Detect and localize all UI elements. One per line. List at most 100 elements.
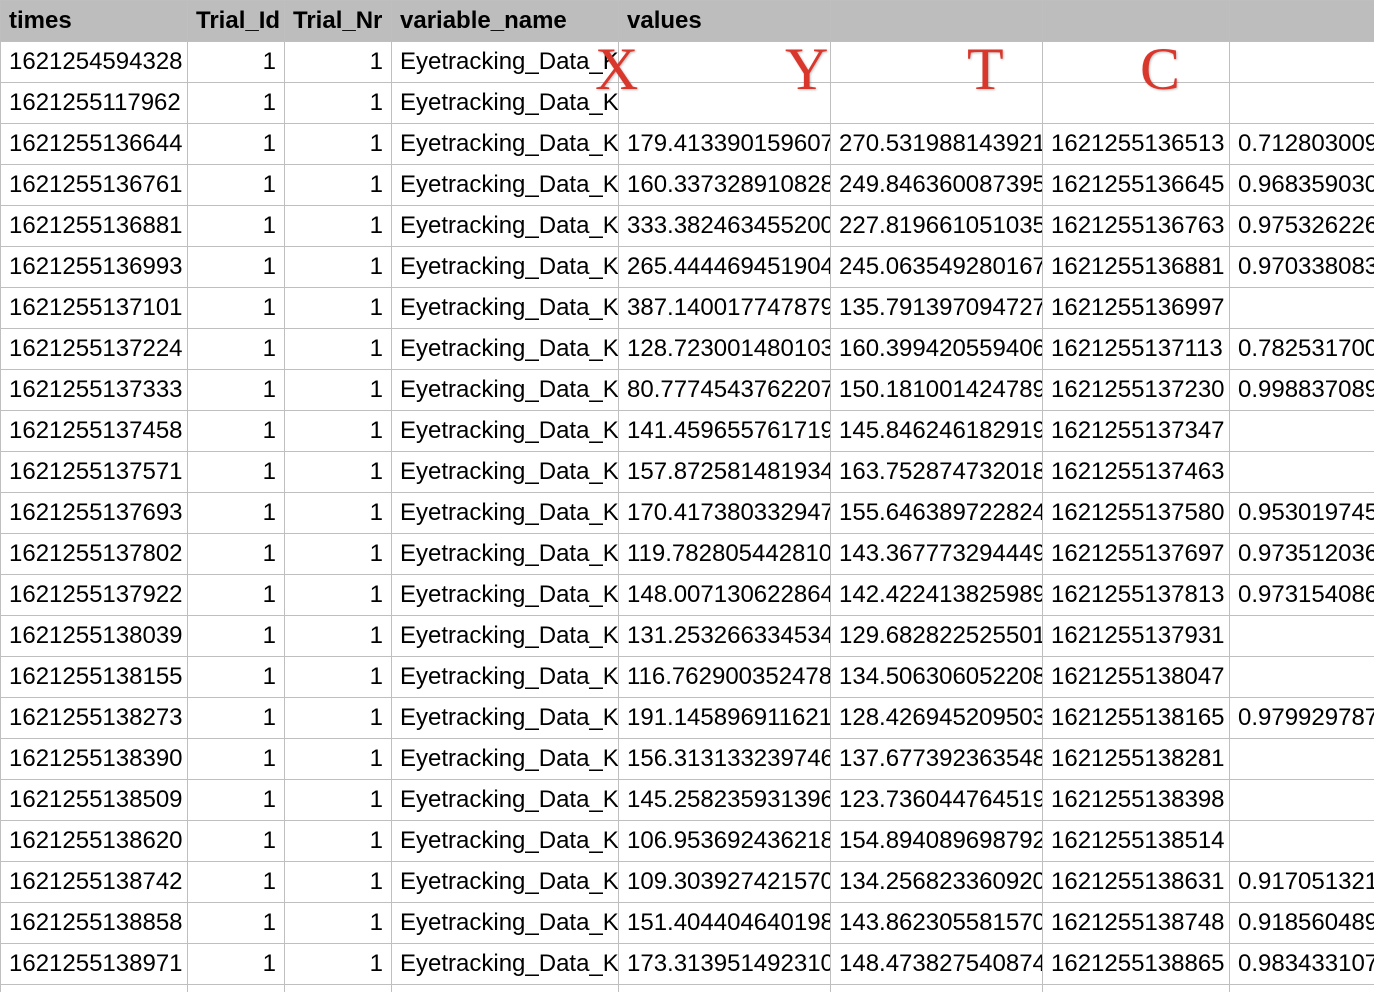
cell-trial-nr[interactable]: 1 [285, 698, 392, 739]
cell-trial-id[interactable]: 1 [188, 165, 285, 206]
cell-variable-name[interactable]: Eyetracking_Data_Kel [392, 42, 619, 83]
cell-t[interactable]: 1621255137813 [1043, 575, 1230, 616]
cell-values[interactable]: 145.25823593139600 [619, 780, 831, 821]
cell-t[interactable]: 1621255137230 [1043, 370, 1230, 411]
cell-y[interactable]: 142.42241382598900 [831, 575, 1043, 616]
cell-t[interactable] [1043, 83, 1230, 124]
cell-y[interactable]: 143.86230558157000 [831, 903, 1043, 944]
cell-y[interactable]: 137.67739236354800 [831, 739, 1043, 780]
cell-values[interactable] [619, 42, 831, 83]
cell-c[interactable] [1230, 985, 1374, 992]
cell-c[interactable]: 1 [1230, 821, 1374, 862]
cell-trial-id[interactable]: 1 [188, 370, 285, 411]
col-header-blank-y[interactable] [831, 1, 1043, 42]
cell-c[interactable]: 1 [1230, 739, 1374, 780]
cell-variable-name[interactable]: Eyetracking_Data_Kel [392, 739, 619, 780]
cell-trial-nr[interactable]: 1 [285, 862, 392, 903]
cell-y[interactable] [831, 985, 1043, 992]
cell-trial-id[interactable]: 1 [188, 862, 285, 903]
cell-y[interactable]: 249.84636008739500 [831, 165, 1043, 206]
cell-variable-name[interactable]: Eyetracking_Data_Kel [392, 329, 619, 370]
col-header-trial-id[interactable]: Trial_Id [188, 1, 285, 42]
cell-variable-name[interactable]: Eyetracking_Data_Kel [392, 370, 619, 411]
cell-t[interactable]: 1621255138165 [1043, 698, 1230, 739]
cell-y[interactable]: 123.73604476451900 [831, 780, 1043, 821]
cell-c[interactable]: 0.9703380834926450 [1230, 247, 1374, 288]
cell-variable-name[interactable]: Eyetracking_Data_Kel [392, 821, 619, 862]
cell-times[interactable]: 1621255136644 [1, 124, 188, 165]
cell-c[interactable]: 1 [1230, 452, 1374, 493]
cell-y[interactable]: 134.25682336092000 [831, 862, 1043, 903]
cell-t[interactable]: 1621255137580 [1043, 493, 1230, 534]
cell-values[interactable] [619, 83, 831, 124]
cell-trial-nr[interactable]: 1 [285, 206, 392, 247]
cell-times[interactable]: 1621255136761 [1, 165, 188, 206]
cell-c[interactable]: 0.9170513218075170 [1230, 862, 1374, 903]
cell-variable-name[interactable]: Eyetracking_Data_Kel [392, 452, 619, 493]
cell-times[interactable]: 1621255138509 [1, 780, 188, 821]
cell-t[interactable]: 1621255138748 [1043, 903, 1230, 944]
cell-trial-nr[interactable]: 1 [285, 534, 392, 575]
cell-trial-nr[interactable]: 1 [285, 411, 392, 452]
cell-trial-nr[interactable]: 1 [285, 165, 392, 206]
cell-variable-name[interactable]: Eyetracking_Data_Kel [392, 493, 619, 534]
cell-trial-nr[interactable]: 1 [285, 616, 392, 657]
cell-times[interactable]: 1621255137802 [1, 534, 188, 575]
cell-t[interactable]: 1621255137931 [1043, 616, 1230, 657]
cell-trial-nr[interactable]: 1 [285, 493, 392, 534]
cell-c[interactable]: 0.9731540869711820 [1230, 575, 1374, 616]
cell-trial-nr[interactable]: 1 [285, 739, 392, 780]
cell-c[interactable]: 0.782531700215678 [1230, 329, 1374, 370]
col-header-trial-nr[interactable]: Trial_Nr [285, 1, 392, 42]
cell-trial-id[interactable]: 1 [188, 780, 285, 821]
cell-times[interactable]: 1621255138390 [1, 739, 188, 780]
cell-values[interactable]: 106.95369243621800 [619, 821, 831, 862]
cell-variable-name[interactable]: Eyetracking_Data_Kel [392, 575, 619, 616]
cell-trial-id[interactable]: 1 [188, 124, 285, 165]
cell-trial-nr[interactable]: 1 [285, 903, 392, 944]
cell-variable-name[interactable]: Eyetracking_Data_Kel [392, 862, 619, 903]
cell-trial-id[interactable]: 1 [188, 944, 285, 985]
cell-c[interactable]: 1 [1230, 616, 1374, 657]
cell-y[interactable]: 145.84624618291900 [831, 411, 1043, 452]
cell-values[interactable]: 109.30392742157000 [619, 862, 831, 903]
cell-trial-id[interactable]: 1 [188, 698, 285, 739]
cell-trial-nr[interactable]: 1 [285, 780, 392, 821]
cell-values[interactable]: 179.41339015960700 [619, 124, 831, 165]
cell-variable-name[interactable]: Eyetracking_Data_Kel [392, 206, 619, 247]
cell-trial-id[interactable] [188, 985, 285, 992]
cell-trial-id[interactable]: 1 [188, 206, 285, 247]
cell-times[interactable]: 1621255137101 [1, 288, 188, 329]
cell-c[interactable] [1230, 42, 1374, 83]
cell-trial-nr[interactable]: 1 [285, 124, 392, 165]
cell-y[interactable]: 134.50630605220800 [831, 657, 1043, 698]
cell-t[interactable]: 1621255136997 [1043, 288, 1230, 329]
cell-c[interactable]: 1 [1230, 288, 1374, 329]
cell-values[interactable]: 148.00713062286400 [619, 575, 831, 616]
cell-trial-nr[interactable]: 1 [285, 42, 392, 83]
cell-t[interactable]: 1621255137347 [1043, 411, 1230, 452]
cell-times[interactable]: 1621255137458 [1, 411, 188, 452]
cell-trial-id[interactable]: 1 [188, 83, 285, 124]
cell-trial-id[interactable]: 1 [188, 247, 285, 288]
cell-trial-nr[interactable]: 1 [285, 944, 392, 985]
cell-times[interactable]: 1621255138742 [1, 862, 188, 903]
cell-variable-name[interactable]: Eyetracking_Data_Kel [392, 534, 619, 575]
cell-times[interactable]: 1621255136993 [1, 247, 188, 288]
cell-variable-name[interactable]: Eyetracking_Data_Kel [392, 165, 619, 206]
cell-t[interactable]: 1621255138047 [1043, 657, 1230, 698]
cell-y[interactable]: 155.6463897228240 [831, 493, 1043, 534]
cell-times[interactable]: 1621255137333 [1, 370, 188, 411]
cell-t[interactable]: 1621255138398 [1043, 780, 1230, 821]
cell-trial-nr[interactable]: 1 [285, 83, 392, 124]
cell-c[interactable]: 0.9530197454170010 [1230, 493, 1374, 534]
cell-trial-id[interactable]: 1 [188, 329, 285, 370]
cell-y[interactable]: 160.39942055940600 [831, 329, 1043, 370]
col-header-blank-c[interactable] [1230, 1, 1374, 42]
cell-c[interactable]: 1 [1230, 411, 1374, 452]
cell-c[interactable] [1230, 83, 1374, 124]
cell-t[interactable]: 1621255137113 [1043, 329, 1230, 370]
cell-variable-name[interactable]: Eyetracking_Data_Kel [392, 411, 619, 452]
cell-c[interactable]: 0.9735120365498760 [1230, 534, 1374, 575]
cell-variable-name[interactable]: Eyetracking_Data_Kel [392, 124, 619, 165]
